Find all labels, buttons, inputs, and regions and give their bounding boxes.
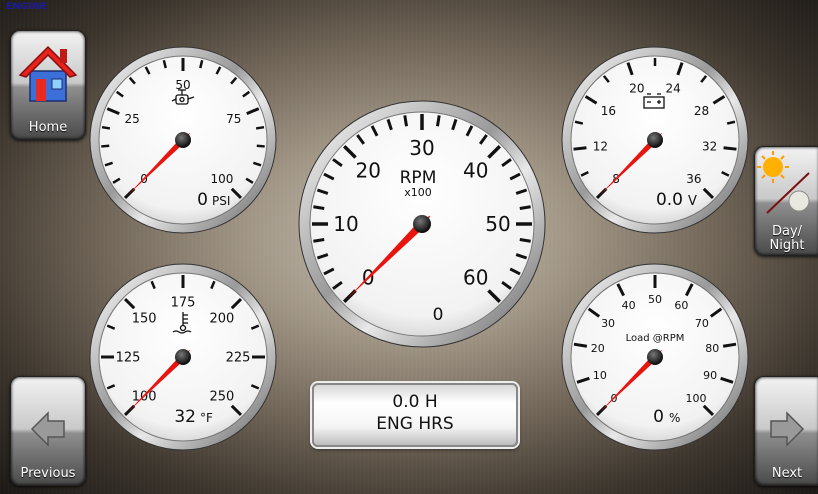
engine-hours-display: 0.0 H ENG HRS bbox=[312, 383, 518, 447]
load-unit: % bbox=[669, 411, 680, 425]
load-tick-label: 70 bbox=[695, 317, 709, 330]
day-label: Day/ bbox=[771, 224, 803, 239]
voltage-readout: 0.0 bbox=[656, 190, 683, 210]
voltage-tick bbox=[574, 120, 584, 125]
night-label: Night bbox=[769, 238, 805, 253]
voltage-gauge: 812162024283236 0.0 V bbox=[560, 45, 750, 235]
rpm-readout: 0 bbox=[433, 305, 444, 325]
load-tick-label: 20 bbox=[591, 342, 605, 355]
load-tick-label: 90 bbox=[703, 369, 717, 382]
screen-label: ENGINE bbox=[6, 2, 48, 12]
previous-button-label: Previous bbox=[20, 466, 76, 481]
load-hub bbox=[647, 349, 663, 365]
home-button-label: Home bbox=[28, 120, 68, 135]
voltage-tick-label: 12 bbox=[593, 139, 608, 153]
rpm-tick bbox=[519, 205, 531, 210]
rpm-tick-label: 40 bbox=[463, 158, 488, 182]
rpm-gauge: 0102030405060 RPM x100 0 bbox=[297, 99, 547, 349]
oil-pressure-hub bbox=[175, 132, 191, 148]
oil_pressure-tick bbox=[256, 144, 265, 148]
load-tick-label: 50 bbox=[648, 293, 662, 306]
voltage-tick-label: 28 bbox=[694, 104, 709, 118]
rpm-hub bbox=[413, 215, 431, 233]
next-button[interactable]: Next bbox=[754, 376, 818, 486]
oil_pressure-tick bbox=[255, 125, 265, 130]
load-tick-label: 40 bbox=[622, 299, 636, 312]
oil_pressure-tick bbox=[101, 144, 110, 148]
coolant_temp-tick-label: 225 bbox=[226, 351, 251, 366]
coolant_temp-tick-label: 175 bbox=[171, 296, 196, 311]
rpm-tick-label: 30 bbox=[409, 136, 434, 160]
previous-button[interactable]: Previous bbox=[10, 376, 86, 486]
day-night-button[interactable]: Day/ Night bbox=[754, 146, 818, 256]
rpm-tick-label: 20 bbox=[356, 158, 381, 182]
load-tick-label: 100 bbox=[686, 392, 707, 405]
voltage-tick-label: 20 bbox=[629, 81, 644, 95]
oil_pressure-tick-label: 100 bbox=[210, 172, 233, 186]
day-night-icon bbox=[757, 151, 810, 214]
rpm-multiplier: x100 bbox=[404, 186, 432, 199]
coolant-temperature-readout: 32 bbox=[174, 407, 196, 427]
load-readout: 0 bbox=[653, 407, 664, 427]
rpm-title: RPM bbox=[400, 168, 437, 188]
voltage-unit: V bbox=[688, 194, 697, 209]
dashboard-screen: ENGINE Home Day/ Night Previous Next 25 … bbox=[0, 0, 818, 494]
coolant-temperature-hub bbox=[175, 349, 191, 365]
voltage-tick-label: 32 bbox=[702, 139, 717, 153]
voltage-tick-label: 36 bbox=[686, 172, 701, 186]
coolant-temperature-unit: °F bbox=[200, 411, 213, 425]
load-tick-label: 60 bbox=[674, 299, 688, 312]
voltage-tick-label: 16 bbox=[601, 104, 616, 118]
load-title: Load @RPM bbox=[626, 333, 685, 344]
rpm-tick-label: 50 bbox=[485, 212, 510, 236]
oil_pressure-tick-label: 75 bbox=[226, 112, 241, 126]
home-button[interactable]: Home bbox=[10, 30, 86, 140]
coolant_temp-tick-label: 125 bbox=[116, 351, 141, 366]
engine-hours-value: 0.0 H bbox=[392, 392, 438, 412]
voltage-tick-label: 24 bbox=[666, 81, 681, 95]
arrow-left-icon bbox=[30, 411, 65, 447]
coolant_temp-tick-label: 200 bbox=[209, 312, 234, 327]
voltage-tick bbox=[723, 146, 737, 151]
rpm-tick bbox=[313, 238, 325, 243]
rpm-tick bbox=[403, 115, 408, 127]
load-tick bbox=[722, 342, 737, 348]
rpm-tick bbox=[313, 205, 325, 210]
oil-pressure-unit: PSI bbox=[212, 194, 230, 208]
rpm-tick bbox=[436, 115, 441, 127]
voltage-tick bbox=[573, 146, 587, 151]
load-tick-label: 10 bbox=[593, 369, 607, 382]
coolant-temperature-gauge: 100125150175200225250 32 °F bbox=[88, 262, 278, 452]
oil-pressure-readout: 0 bbox=[197, 190, 208, 210]
arrow-right-icon bbox=[770, 411, 805, 447]
rpm-tick-label: 60 bbox=[463, 266, 488, 290]
home-icon bbox=[18, 45, 78, 102]
oil-pressure-gauge: 0255075100 0 PSI bbox=[88, 45, 278, 235]
coolant_temp-tick-label: 150 bbox=[132, 312, 157, 327]
voltage-tick bbox=[726, 120, 736, 125]
oil_pressure-tick-label: 25 bbox=[125, 112, 140, 126]
rpm-tick bbox=[519, 238, 531, 243]
engine-hours-label: ENG HRS bbox=[376, 414, 454, 434]
oil_pressure-tick bbox=[101, 125, 111, 130]
voltage-hub bbox=[647, 132, 663, 148]
next-button-label: Next bbox=[771, 466, 803, 481]
load-gauge: 0102030405060708090100 Load @RPM 0 % bbox=[560, 262, 750, 452]
load-tick-label: 80 bbox=[705, 342, 719, 355]
rpm-tick-label: 10 bbox=[333, 212, 358, 236]
day-night-button-label: Day/ Night bbox=[755, 225, 818, 253]
load-tick-label: 30 bbox=[601, 317, 615, 330]
load-tick bbox=[573, 342, 588, 348]
coolant_temp-tick-label: 250 bbox=[209, 389, 234, 404]
